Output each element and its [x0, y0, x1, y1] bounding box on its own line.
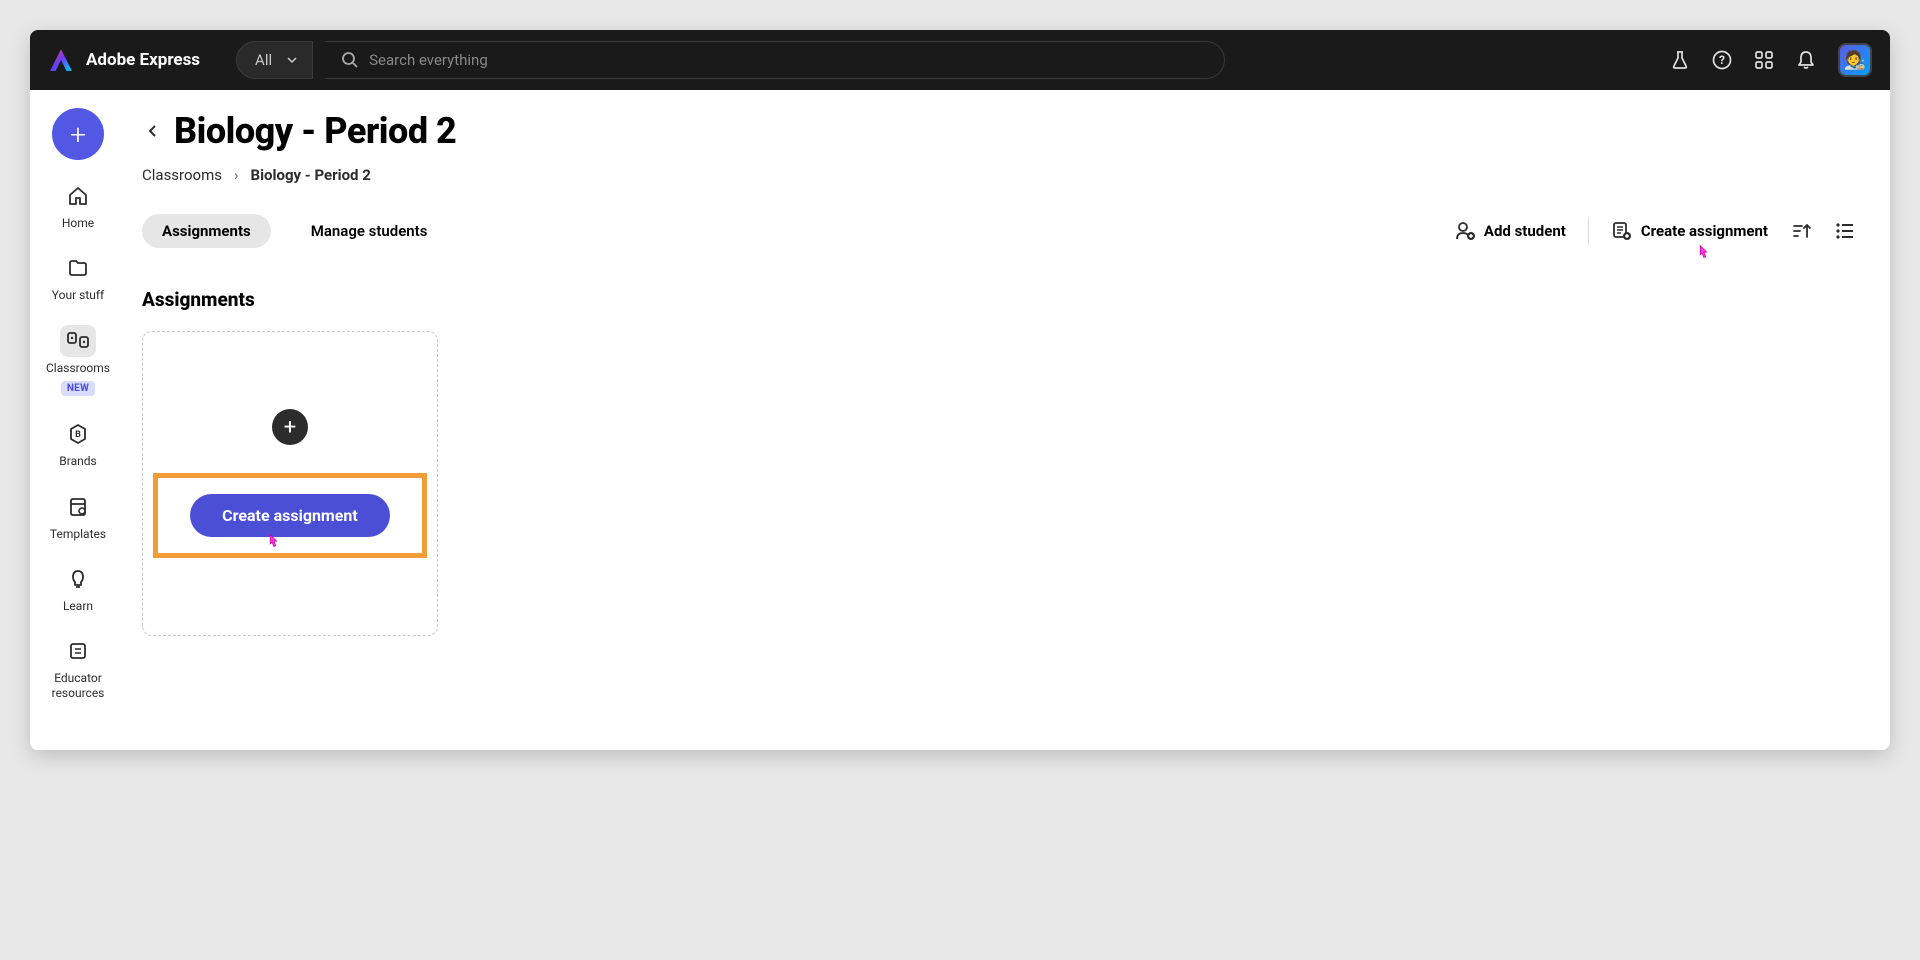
sidebar-item-label: Home	[62, 216, 94, 230]
body: + Home Your stuff Classrooms NEW B Brand…	[30, 90, 1890, 750]
main-content: Biology - Period 2 Classrooms › Biology …	[126, 90, 1890, 750]
divider	[1588, 217, 1589, 245]
create-assignment-button[interactable]: Create assignment	[1611, 220, 1768, 242]
adobe-express-logo-icon	[48, 47, 74, 73]
header-bar: Adobe Express All ? 🧑‍🎨	[30, 30, 1890, 90]
chevron-left-icon	[146, 124, 160, 138]
sidebar-item-label: Learn	[63, 599, 93, 613]
add-student-label: Add student	[1484, 222, 1566, 240]
sidebar: + Home Your stuff Classrooms NEW B Brand…	[30, 90, 126, 750]
chevron-right-icon: ›	[234, 166, 239, 184]
create-assignment-icon	[1611, 220, 1633, 242]
templates-icon	[67, 496, 89, 518]
sidebar-item-your-stuff[interactable]: Your stuff	[30, 250, 126, 304]
beaker-icon[interactable]	[1670, 50, 1690, 70]
sidebar-item-label: Classrooms	[46, 361, 110, 375]
page-title: Biology - Period 2	[174, 110, 456, 152]
brands-icon: B	[67, 423, 89, 445]
learn-icon	[67, 568, 89, 590]
add-student-button[interactable]: Add student	[1454, 220, 1566, 242]
new-badge: NEW	[61, 381, 95, 396]
create-fab[interactable]: +	[52, 108, 104, 160]
back-button[interactable]	[142, 115, 164, 147]
header-actions: ? 🧑‍🎨	[1670, 43, 1872, 77]
folder-icon	[67, 257, 89, 279]
tab-manage-students[interactable]: Manage students	[291, 214, 448, 248]
breadcrumb-root[interactable]: Classrooms	[142, 166, 222, 184]
home-icon	[67, 185, 89, 207]
tab-assignments[interactable]: Assignments	[142, 214, 271, 248]
search-scope-label: All	[255, 51, 272, 69]
create-assignment-card-label: Create assignment	[222, 506, 358, 525]
create-assignment-label: Create assignment	[1641, 222, 1768, 240]
classrooms-icon	[66, 330, 90, 352]
breadcrumb: Classrooms › Biology - Period 2	[142, 166, 1856, 184]
plus-circle-icon: +	[272, 409, 308, 445]
assignments-grid: + Create assignment	[142, 331, 1856, 636]
sidebar-item-label: Educator resources	[30, 671, 126, 700]
sidebar-item-label: Templates	[50, 527, 106, 541]
sidebar-item-brands[interactable]: B Brands	[30, 416, 126, 470]
sidebar-item-educator-resources[interactable]: Educator resources	[30, 633, 126, 702]
list-view-button[interactable]	[1834, 220, 1856, 242]
title-row: Biology - Period 2	[142, 110, 1856, 152]
svg-text:?: ?	[1719, 53, 1725, 67]
sidebar-item-templates[interactable]: Templates	[30, 489, 126, 543]
sort-button[interactable]	[1790, 220, 1812, 242]
create-assignment-card[interactable]: + Create assignment	[142, 331, 438, 636]
create-assignment-card-button[interactable]: Create assignment	[190, 494, 390, 537]
sidebar-item-classrooms[interactable]: Classrooms NEW	[30, 323, 126, 398]
educator-icon	[67, 640, 89, 662]
bell-icon[interactable]	[1796, 50, 1816, 70]
sidebar-item-home[interactable]: Home	[30, 178, 126, 232]
search-icon	[341, 51, 359, 69]
chevron-down-icon	[286, 54, 298, 66]
list-icon	[1834, 220, 1856, 242]
svg-text:B: B	[75, 430, 81, 440]
section-title: Assignments	[142, 288, 1856, 311]
breadcrumb-current: Biology - Period 2	[251, 166, 371, 184]
add-student-icon	[1454, 220, 1476, 242]
sidebar-item-learn[interactable]: Learn	[30, 561, 126, 615]
cursor-pointer-icon	[262, 531, 284, 553]
search-input[interactable]	[369, 51, 1208, 69]
cursor-pointer-icon	[1692, 242, 1714, 264]
user-avatar[interactable]: 🧑‍🎨	[1838, 43, 1872, 77]
app-name-label: Adobe Express	[86, 50, 200, 70]
app-frame: Adobe Express All ? 🧑‍🎨 + Home	[30, 30, 1890, 750]
tab-row: Assignments Manage students Add student …	[142, 214, 1856, 248]
tab-actions: Add student Create assignment	[1454, 217, 1856, 245]
sidebar-item-label: Your stuff	[52, 288, 104, 302]
apps-grid-icon[interactable]	[1754, 50, 1774, 70]
sort-icon	[1790, 220, 1812, 242]
tutorial-highlight: Create assignment	[153, 473, 427, 558]
logo-area[interactable]: Adobe Express	[48, 47, 200, 73]
sidebar-item-label: Brands	[59, 454, 96, 468]
search-scope-select[interactable]: All	[236, 41, 313, 79]
search-bar[interactable]	[325, 41, 1225, 79]
help-icon[interactable]: ?	[1712, 50, 1732, 70]
